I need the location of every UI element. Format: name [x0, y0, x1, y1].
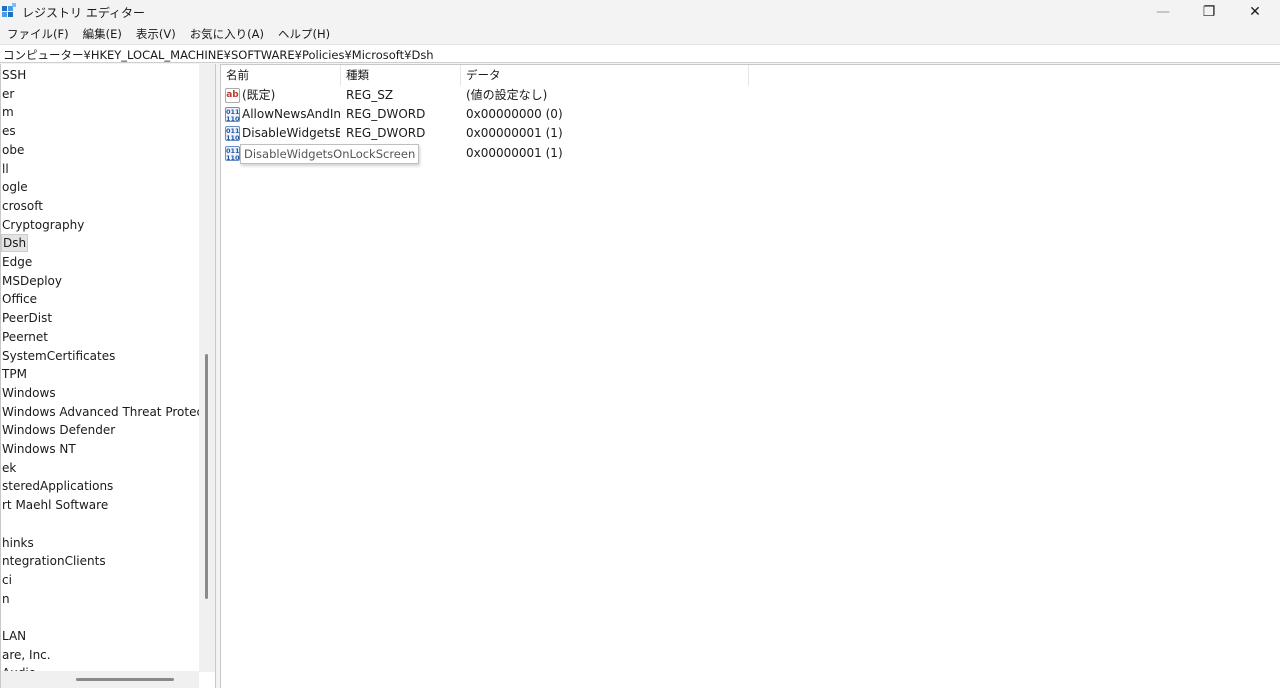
tree-horizontal-scroll-thumb[interactable] [76, 678, 174, 681]
tree-item[interactable]: obe [1, 141, 24, 159]
tree-item[interactable]: hinks [1, 534, 34, 552]
value-type: REG_DWORD [346, 107, 426, 121]
menu-favorites[interactable]: お気に入り(A) [183, 24, 271, 44]
value-type: REG_DWORD [346, 126, 426, 140]
column-header-name[interactable]: 名前 [221, 65, 341, 86]
tree-item[interactable]: m [1, 103, 14, 121]
value-name: AllowNewsAndIn... [242, 107, 340, 121]
tree-item[interactable]: MSDeploy [1, 272, 62, 290]
tree-item[interactable]: PeerDist [1, 309, 52, 327]
binary-value-icon: 011 110 [225, 107, 240, 123]
tree-item[interactable]: Windows NT [1, 440, 76, 458]
tree-item[interactable]: rt Maehl Software [1, 496, 108, 514]
tree-item[interactable]: n [1, 590, 10, 608]
tree-item[interactable]: are, Inc. [1, 646, 51, 664]
menu-bar: ファイル(F) 編集(E) 表示(V) お気に入り(A) ヘルプ(H) [0, 24, 1280, 44]
key-tree-pane[interactable]: SSH er m es obe ll ogle crosoft Cryptography Dsh E… [0, 64, 216, 688]
binary-value-icon: 011 110 [225, 126, 240, 142]
tree-item[interactable]: Cryptography [1, 216, 84, 234]
value-row[interactable]: ab (既定) REG_SZ (値の設定なし) [221, 86, 821, 105]
tree-item[interactable]: SystemCertificates [1, 347, 115, 365]
tree-item[interactable]: er [1, 85, 14, 103]
minimize-button[interactable]: — [1140, 0, 1186, 24]
tree-item[interactable]: es [1, 122, 16, 140]
value-data: (値の設定なし) [466, 88, 548, 102]
window-title: レジストリ エディター [22, 6, 145, 20]
value-type: REG_SZ [346, 88, 394, 102]
value-data: 0x00000000 (0) [466, 107, 563, 121]
address-bar[interactable]: コンピューター¥HKEY_LOCAL_MACHINE¥SOFTWARE¥Poli… [0, 44, 1280, 63]
string-value-icon: ab [225, 88, 240, 103]
tree-item[interactable]: Edge [1, 253, 32, 271]
tree-item[interactable]: ntegrationClients [1, 552, 106, 570]
tree-item[interactable]: ogle [1, 178, 28, 196]
value-name: (既定) [242, 88, 276, 102]
tree-item[interactable]: TPM [1, 365, 27, 383]
tree-item[interactable]: Office [1, 290, 37, 308]
tree-item-selected[interactable]: Dsh [1, 234, 29, 253]
tree-item[interactable]: LAN [1, 627, 26, 645]
close-button[interactable]: ✕ [1232, 0, 1278, 24]
value-name: DisableWidgetsB... [242, 126, 340, 140]
menu-help[interactable]: ヘルプ(H) [271, 24, 337, 44]
tree-item[interactable] [1, 608, 2, 626]
tree-item[interactable]: SSH [1, 66, 26, 84]
column-header-type[interactable]: 種類 [341, 65, 461, 86]
binary-value-icon: 011 110 [225, 146, 240, 162]
tree-item[interactable]: ek [1, 459, 16, 477]
tree-item[interactable]: Peernet [1, 328, 48, 346]
registry-editor-app-icon [2, 3, 16, 17]
tree-item[interactable]: Windows Advanced Threat Protection [1, 403, 215, 421]
value-row[interactable]: 011110 AllowNewsAndIn... REG_DWORD 0x000… [221, 105, 821, 124]
tree-item[interactable]: crosoft [1, 197, 43, 215]
tree-item[interactable]: steredApplications [1, 477, 113, 495]
tree-item[interactable]: Windows Defender [1, 421, 115, 439]
tree-item[interactable] [1, 515, 2, 533]
tree-item[interactable]: ci [1, 571, 12, 589]
value-row[interactable]: 011110 DisableWidgetsB... REG_DWORD 0x00… [221, 124, 821, 143]
tree-item[interactable]: Windows [1, 384, 56, 402]
menu-file[interactable]: ファイル(F) [0, 24, 76, 44]
title-bar: レジストリ エディター — ❐ ✕ [0, 0, 1280, 24]
value-data: 0x00000001 (1) [466, 146, 563, 160]
value-name-tooltip: DisableWidgetsOnLockScreen [240, 144, 420, 164]
value-data: 0x00000001 (1) [466, 126, 563, 140]
tree-item[interactable]: ll [1, 160, 9, 178]
maximize-button[interactable]: ❐ [1186, 0, 1232, 24]
tree-vertical-scroll-thumb[interactable] [205, 354, 208, 599]
column-header-data[interactable]: データ [461, 65, 749, 86]
menu-edit[interactable]: 編集(E) [76, 24, 129, 44]
menu-view[interactable]: 表示(V) [129, 24, 183, 44]
